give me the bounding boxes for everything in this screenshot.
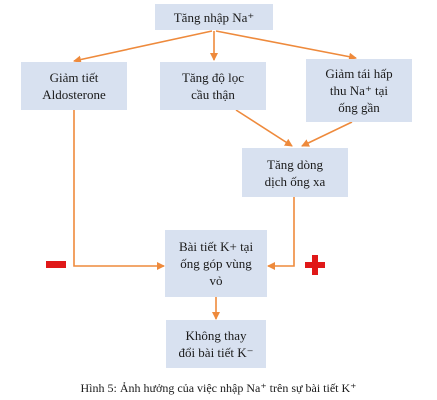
box-collect-line-3: vỏ [209,273,223,288]
arrow-left-to-collect [73,110,165,270]
plus-sign-icon [305,255,325,275]
box-decrease-aldosterone: Giảm tiết Aldosterone [21,62,127,110]
box-increase-na-intake: Tăng nhập Na⁺ [155,4,273,30]
arrow-top-to-right [215,30,357,61]
box-decrease-proximal-reabsorption: Giảm tái hấp thu Na⁺ tại ống gần [306,59,412,122]
box-no-change-k-secretion: Không thay đổi bài tiết K⁻ [166,320,266,368]
box-left-line-2: Aldosterone [42,87,106,102]
box-right-line-3: ống gần [338,100,380,115]
minus-sign-icon [46,261,66,268]
box-top-line-1: Tăng nhập Na⁺ [173,9,255,25]
box-right-line-1: Giảm tái hấp [325,66,393,81]
box-distal-line-2: dịch ống xa [264,173,326,189]
box-left-line-1: Giảm tiết [49,70,99,85]
box-increase-distal-flow: Tăng dòng dịch ống xa [242,148,348,197]
box-middle-line-2: cầu thận [191,87,235,102]
box-result-line-2: đổi bài tiết K⁻ [178,345,254,360]
box-collect-line-2: ống góp vùng [180,256,252,271]
figure-caption: Hình 5: Ảnh hưởng của việc nhập Na⁺ trên… [80,381,357,395]
box-right-line-2: thu Na⁺ tại [329,83,389,98]
box-middle-line-1: Tăng độ lọc [181,70,245,85]
box-increase-gfr: Tăng độ lọc cầu thận [160,62,266,110]
box-k-secretion-collecting-duct: Bài tiết K+ tại ống góp vùng vỏ [165,230,267,297]
arrow-distal-to-collect [267,197,295,270]
box-result-line-1: Không thay [185,328,247,343]
arrow-top-to-left [73,30,213,64]
arrow-middle-to-distal [235,109,293,147]
arrow-right-to-distal [301,121,353,147]
box-distal-line-1: Tăng dòng [267,156,323,172]
box-collect-line-1: Bài tiết K+ tại [178,239,254,254]
